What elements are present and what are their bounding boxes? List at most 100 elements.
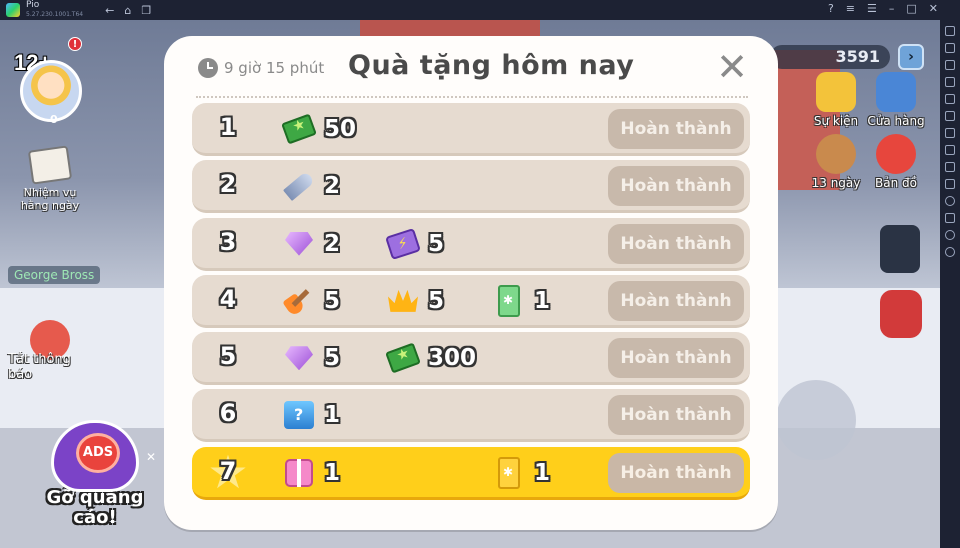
reward-row: 4 5 5 1 Hoàn thành — [192, 274, 750, 328]
daily-quest-button[interactable]: Nhiệm vụ hằng ngày — [10, 145, 90, 212]
reward-quantity: 5 — [428, 287, 445, 314]
reward-item: 5 — [280, 339, 340, 377]
phone-icon[interactable] — [880, 225, 920, 273]
event-button[interactable]: Sự kiện — [806, 72, 866, 128]
calendar-icon — [816, 134, 856, 174]
close-icon[interactable]: ✕ — [716, 48, 748, 86]
clock-icon — [198, 58, 218, 78]
sidebar-rotate-icon[interactable] — [945, 179, 955, 189]
sidebar-location-icon[interactable] — [945, 196, 955, 206]
sidebar-shake-icon[interactable] — [945, 162, 955, 172]
reward-quantity: 5 — [324, 287, 341, 314]
quest-scroll-icon — [27, 145, 73, 185]
home-icon[interactable]: ⌂ — [124, 4, 131, 17]
dialog-header: 9 giờ 15 phút Quà tặng hôm nay ✕ — [164, 36, 778, 96]
complete-button[interactable]: Hoàn thành — [608, 166, 744, 207]
complete-button[interactable]: Hoàn thành — [608, 395, 744, 436]
header-divider — [196, 96, 748, 98]
reward-quantity: 5 — [428, 230, 445, 257]
complete-button[interactable]: Hoàn thành — [608, 338, 744, 379]
reward-list: 150Hoàn thành22Hoàn thành32⚡5Hoàn thành4… — [192, 103, 750, 504]
day-number: 4 — [219, 284, 237, 313]
daily-login-button[interactable]: 13 ngày — [806, 134, 866, 190]
jump-button[interactable] — [776, 380, 856, 460]
currency-bar: 3591 › — [770, 44, 924, 70]
complete-button[interactable]: Hoàn thành — [608, 452, 744, 493]
dialog-title: Quà tặng hôm nay — [348, 50, 635, 81]
reward-item: 1 — [280, 396, 340, 434]
reward-row: 6 1 Hoàn thành — [192, 389, 750, 443]
complete-button[interactable]: Hoàn thành — [608, 280, 744, 321]
map-button[interactable]: Bản đồ — [866, 134, 926, 190]
close-window-icon[interactable]: ✕ — [929, 2, 938, 15]
event-icon — [816, 72, 856, 112]
daily-quest-label: Nhiệm vụ hằng ngày — [20, 186, 80, 212]
help-icon[interactable]: ? — [828, 2, 834, 15]
reward-item: 1 — [490, 282, 550, 320]
gift-icon — [280, 454, 318, 492]
complete-button[interactable]: Hoàn thành — [608, 109, 744, 149]
cash-icon — [384, 339, 422, 377]
app-name: Pio — [26, 0, 40, 10]
multi-window-icon[interactable]: ❐ — [141, 4, 151, 17]
player-name-tag: George Bross — [8, 266, 101, 284]
reward-quantity: 2 — [324, 173, 341, 200]
backpack-icon[interactable] — [880, 290, 922, 338]
cash-icon — [280, 110, 318, 148]
ads-ring-icon: ADS — [51, 420, 139, 492]
reward-quantity: 1 — [324, 402, 341, 429]
sidebar-folder-icon[interactable] — [945, 111, 955, 121]
sidebar-keyboard-icon[interactable] — [945, 43, 955, 53]
reward-row: 1 50 Hoàn thành — [192, 103, 750, 156]
emulator-sidebar — [940, 20, 960, 548]
remove-ads-button[interactable]: ADS Gỡ quảng cáo! ✕ — [40, 420, 156, 528]
reward-quantity: 1 — [534, 287, 551, 314]
day-number: 1 — [219, 113, 237, 141]
back-icon[interactable]: ← — [105, 4, 114, 17]
reward-row: 2 2 Hoàn thành — [192, 160, 750, 214]
mute-notification-button[interactable]: Tắt thông báo — [8, 320, 98, 382]
countdown-timer: 9 giờ 15 phút — [198, 58, 324, 78]
maximize-icon[interactable]: □ — [906, 2, 916, 15]
sidebar-sync-icon[interactable] — [945, 247, 955, 257]
days-label: 13 ngày — [811, 176, 861, 190]
reward-item: 5 — [280, 282, 340, 320]
reward-item: 2 — [280, 225, 340, 263]
day-number: 5 — [219, 342, 237, 371]
menu-icon[interactable]: ☰ — [867, 2, 877, 15]
notification-icon[interactable]: ≡ — [846, 2, 855, 15]
remove-ads-label: Gỡ quảng cáo! — [46, 487, 144, 528]
sidebar-screen-icon[interactable] — [945, 60, 955, 70]
reward-quantity: 5 — [324, 345, 341, 372]
sidebar-record-icon[interactable] — [945, 145, 955, 155]
ads-close-icon[interactable]: ✕ — [146, 450, 156, 464]
gem-icon — [280, 339, 318, 377]
sidebar-screenshot-icon[interactable] — [945, 128, 955, 138]
event-label: Sự kiện — [813, 114, 859, 128]
sidebar-expand-icon[interactable] — [945, 26, 955, 36]
sidebar-install-icon[interactable] — [945, 94, 955, 104]
day-number: 7 — [219, 456, 237, 485]
minimize-icon[interactable]: – — [889, 2, 895, 15]
reward-item: 300 — [384, 339, 476, 377]
sidebar-macro-icon[interactable] — [945, 213, 955, 223]
sidebar-gamepad-icon[interactable] — [945, 77, 955, 87]
emulator-titlebar: Pio 5.27.230.1001.T64 ← ⌂ ❐ ? ≡ ☰ – □ ✕ — [0, 0, 960, 20]
mute-label: Tắt thông báo — [8, 352, 71, 382]
reward-quantity: 50 — [324, 116, 357, 142]
avatar-alert-icon: ! — [68, 37, 82, 51]
ads-badge: ADS — [76, 433, 120, 473]
expand-arrow-icon[interactable]: › — [898, 44, 924, 70]
sidebar-eco-icon[interactable] — [945, 230, 955, 240]
daily-gift-dialog: 9 giờ 15 phút Quà tặng hôm nay ✕ 1 50 Hoàn… — [164, 36, 778, 530]
crown-icon — [384, 282, 422, 320]
timer-text: 9 giờ 15 phút — [224, 59, 325, 77]
complete-button[interactable]: Hoàn thành — [608, 223, 744, 264]
gem-icon — [280, 225, 318, 263]
map-pin-icon — [876, 134, 916, 174]
shop-button[interactable]: Cửa hàng — [866, 72, 926, 128]
reward-quantity: 300 — [428, 345, 477, 372]
reward-item: ⚡ 5 — [384, 225, 444, 263]
drill-icon — [280, 167, 318, 205]
gold-pack-icon — [490, 454, 528, 492]
